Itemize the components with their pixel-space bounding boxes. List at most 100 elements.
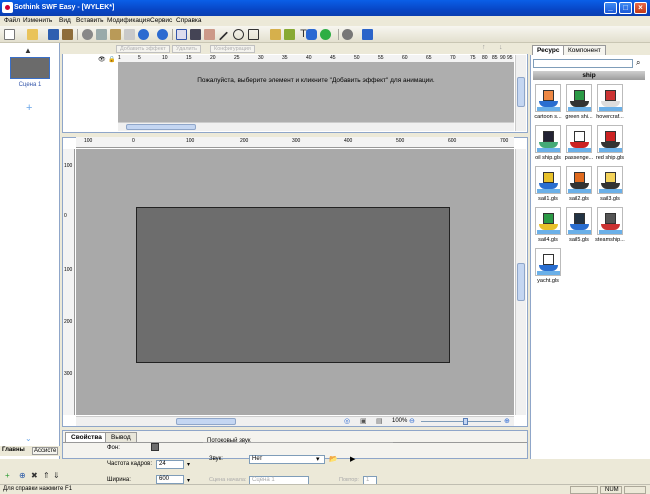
scroll-thumb[interactable] [517,263,525,301]
zoom-level: 100% [392,418,408,424]
background-color-swatch[interactable] [151,443,159,451]
resource-item[interactable]: hovercraf... [595,84,625,120]
import-icon[interactable] [62,29,73,40]
resource-item[interactable]: yacht.gls [533,248,563,284]
add-effect-button[interactable]: Добавить эффект [116,45,170,53]
scroll-thumb[interactable] [176,418,236,425]
delete-icon[interactable] [124,29,135,40]
resource-item[interactable]: red ship.gls [595,125,625,161]
scroll-up-icon[interactable]: ▲ [24,46,32,55]
import-image-icon[interactable] [306,29,317,40]
resource-search-input[interactable] [533,59,633,68]
minimize-button[interactable]: _ [604,2,617,14]
snap-icon[interactable]: ▤ [376,417,383,425]
search-icon[interactable]: ⌕ [636,58,640,68]
fill-icon[interactable] [284,29,295,40]
frame-tick: 15 [186,55,192,61]
preview-icon[interactable] [362,29,373,40]
brush-icon[interactable] [270,29,281,40]
tab-assistant[interactable]: Ассисте [32,447,59,455]
move-down-icon[interactable]: ↓ [499,44,503,51]
resource-item[interactable]: steamship... [595,207,625,243]
scroll-down-icon[interactable]: ⌄ [25,434,32,443]
cut-icon[interactable] [82,29,93,40]
menu-modify[interactable]: Модификация [107,17,150,24]
width-input[interactable]: 600 [156,475,184,484]
zoom-fit-icon[interactable]: ◎ [344,417,350,425]
grid-icon[interactable]: ▣ [360,417,367,425]
move-up-icon[interactable]: ↑ [482,44,486,51]
maximize-button[interactable]: □ [619,2,632,14]
menu-edit[interactable]: Изменить [23,17,52,24]
scroll-thumb[interactable] [517,77,525,107]
ellipse-tool-icon[interactable] [233,29,244,40]
chevron-down-icon[interactable]: ▾ [187,461,190,468]
menu-view[interactable]: Вид [59,17,71,24]
menu-help[interactable]: Справка [176,17,202,24]
tab-output[interactable]: Вывод [105,432,137,442]
ruler-label: 700 [500,138,509,144]
export-icon[interactable] [320,29,331,40]
resource-item[interactable]: green shi... [564,84,594,120]
effect-track-area[interactable] [118,62,514,122]
menu-tools[interactable]: Сервис [150,17,172,24]
tab-main[interactable]: Главны [2,447,25,453]
new-file-icon[interactable] [4,29,15,40]
open-folder-icon[interactable]: 📂 [329,455,338,463]
publish-icon[interactable] [342,29,353,40]
zoom-slider[interactable] [421,421,501,422]
delete-scene-icon[interactable]: ✖ [31,471,38,480]
resource-item[interactable]: sail5.gls [564,207,594,243]
menu-insert[interactable]: Вставить [76,17,104,24]
resource-item[interactable]: sail3.gls [595,166,625,202]
chevron-down-icon[interactable]: ▾ [187,477,190,484]
add-icon[interactable]: + [5,471,10,480]
cartoon-ship-icon [535,84,561,112]
eye-icon[interactable]: 👁 [98,56,106,63]
tab-resource[interactable]: Ресурс [532,45,565,55]
timeline-hscroll[interactable] [118,122,514,131]
resource-item[interactable]: oil ship.gls [533,125,563,161]
tab-component[interactable]: Компонент [563,45,606,55]
resource-item[interactable]: sail2.gls [564,166,594,202]
configure-button[interactable]: Конфигурация [210,45,255,53]
resource-item[interactable]: cartoon s... [533,84,563,120]
move-down-icon[interactable]: ⇓ [53,471,60,480]
add-scene-icon[interactable]: + [26,103,34,114]
paste-icon[interactable] [110,29,121,40]
framerate-input[interactable]: 24 [156,460,184,469]
lock-icon[interactable]: 🔒 [108,56,115,63]
zoom-slider-knob[interactable] [463,418,468,425]
select-arrow-icon[interactable] [176,29,187,40]
close-button[interactable]: × [634,2,647,14]
scroll-thumb[interactable] [126,124,196,130]
zoom-out-icon[interactable]: ⊖ [409,417,415,425]
resource-item[interactable]: sail4.gls [533,207,563,243]
stage-canvas[interactable] [136,207,450,363]
delete-effect-button[interactable]: Удалить [172,45,201,53]
move-up-icon[interactable]: ⇑ [43,471,50,480]
play-icon[interactable]: ▶ [350,455,355,463]
resource-folder-header[interactable]: ship [533,71,645,80]
rectangle-tool-icon[interactable] [248,29,259,40]
subselect-icon[interactable] [190,29,201,40]
open-folder-icon[interactable] [27,29,38,40]
zoom-in-icon[interactable]: ⊕ [504,417,510,425]
line-tool-icon[interactable] [218,31,229,41]
resource-item[interactable]: sail1.gls [533,166,563,202]
save-icon[interactable] [48,29,59,40]
copy-scene-icon[interactable]: ⊕ [19,471,26,480]
stage-vscroll[interactable] [515,149,526,415]
menu-file[interactable]: Файл [4,17,20,24]
timeline-vscroll[interactable] [515,55,526,131]
resource-label: steamship... [595,237,625,243]
pencil-icon[interactable] [204,29,215,40]
resource-item[interactable]: passenge... [564,125,594,161]
copy-icon[interactable] [96,29,107,40]
undo-icon[interactable] [138,29,149,40]
redo-icon[interactable] [157,29,168,40]
scene-thumbnail[interactable] [10,57,50,79]
sound-select[interactable]: Нет [249,455,325,464]
chevron-down-icon[interactable]: ▾ [316,455,320,463]
tab-properties[interactable]: Свойства [65,432,108,442]
